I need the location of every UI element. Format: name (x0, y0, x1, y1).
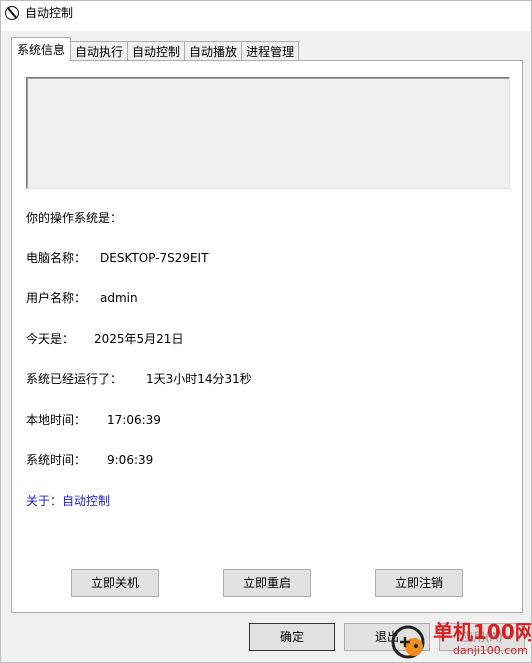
local-time-value: 17:06:39 (107, 413, 161, 427)
info-display-box (26, 77, 510, 189)
computer-name-row: 电脑名称： DESKTOP-7S29EIT (26, 251, 208, 265)
uptime-row: 系统已经运行了： 1天3小时14分31秒 (26, 372, 252, 386)
system-time-label: 系统时间： (26, 453, 87, 467)
watermark-url: danji100.com (453, 644, 528, 657)
system-info-panel: 你的操作系统是： 电脑名称： DESKTOP-7S29EIT 用户名称： adm… (11, 60, 523, 613)
watermark-site-name: 单机100网 (433, 620, 532, 644)
tab-auto-execute[interactable]: 自动执行 (70, 41, 129, 61)
user-name-row: 用户名称： admin (26, 291, 138, 305)
uptime-value: 1天3小时14分31秒 (146, 372, 252, 386)
computer-name-label: 电脑名称： (26, 251, 87, 265)
restart-button[interactable]: 立即重启 (223, 569, 311, 597)
watermark-logo-icon (391, 625, 425, 659)
title-bar[interactable]: 自动控制 (1, 1, 531, 31)
system-time-value: 9:06:39 (107, 453, 154, 467)
tab-process-management[interactable]: 进程管理 (241, 41, 300, 61)
local-time-label: 本地时间： (26, 413, 87, 427)
user-name-value: admin (100, 291, 138, 305)
window-title: 自动控制 (25, 6, 74, 20)
tab-auto-control[interactable]: 自动控制 (127, 41, 186, 61)
tab-auto-play[interactable]: 自动播放 (184, 41, 243, 61)
uptime-label: 系统已经运行了： (26, 372, 123, 386)
logoff-button[interactable]: 立即注销 (375, 569, 463, 597)
app-icon (5, 6, 19, 20)
os-row: 你的操作系统是： (26, 211, 122, 225)
main-window: 自动控制 系统信息 自动执行 自动控制 自动播放 进程管理 你的操作系统是： 电… (0, 0, 532, 663)
about-link[interactable]: 关于：自动控制 (26, 494, 110, 508)
tab-strip: 系统信息 自动执行 自动控制 自动播放 进程管理 (11, 37, 300, 61)
os-label: 你的操作系统是： (26, 211, 123, 225)
user-name-label: 用户名称： (26, 291, 87, 305)
shutdown-button[interactable]: 立即关机 (71, 569, 159, 597)
tab-system-info[interactable]: 系统信息 (11, 37, 72, 61)
today-label: 今天是： (26, 332, 75, 346)
site-watermark: 单机100网 danji100.com (389, 619, 532, 662)
computer-name-value: DESKTOP-7S29EIT (100, 251, 209, 265)
today-row: 今天是： 2025年5月21日 (26, 332, 183, 346)
today-value: 2025年5月21日 (94, 332, 184, 346)
local-time-row: 本地时间： 17:06:39 (26, 413, 161, 427)
ok-button[interactable]: 确定 (249, 623, 335, 651)
system-time-row: 系统时间： 9:06:39 (26, 453, 153, 467)
